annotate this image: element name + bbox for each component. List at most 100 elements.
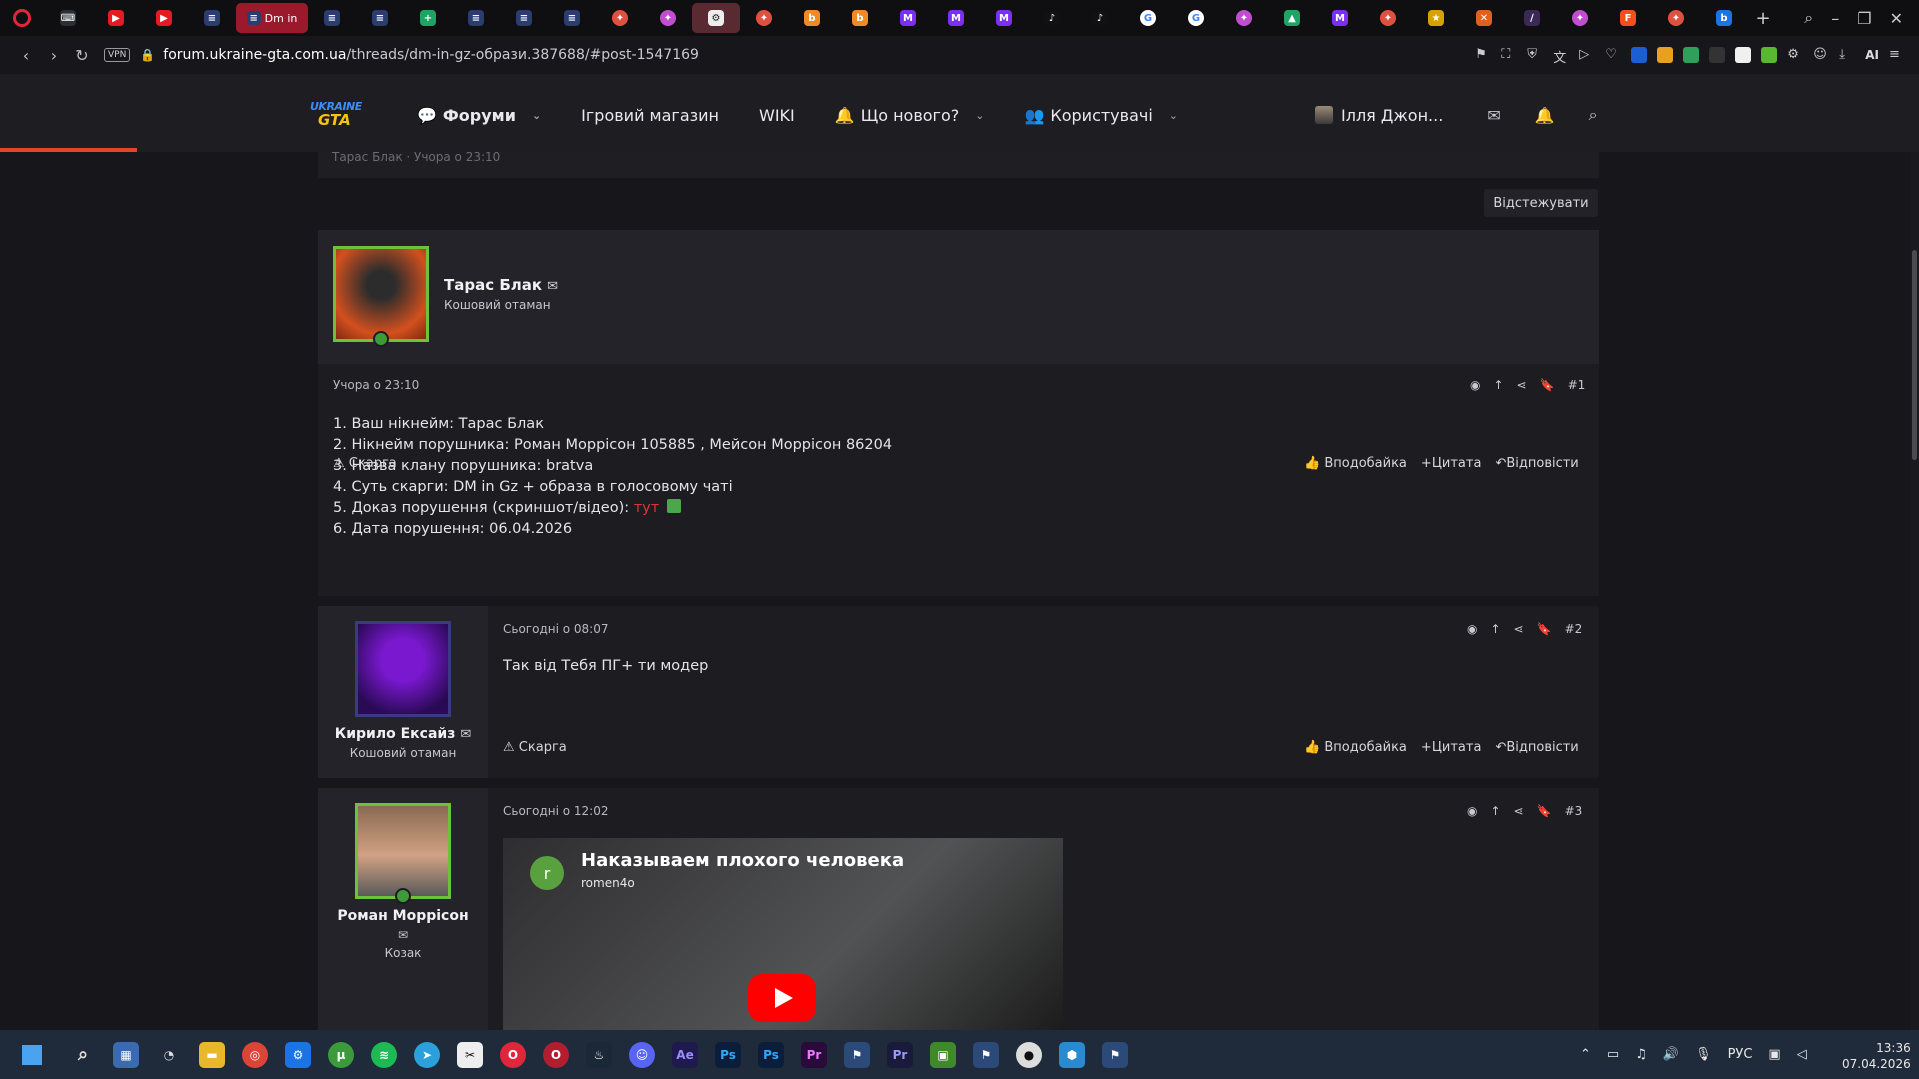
translator-ext-icon[interactable] — [1631, 47, 1648, 63]
share-icon[interactable]: ⋖ — [1514, 622, 1524, 636]
tab-tiktok-1[interactable]: ♪ — [1028, 3, 1076, 33]
tab-youtube-1[interactable]: ▶ — [92, 3, 140, 33]
account-avatar[interactable] — [1315, 106, 1333, 124]
post-author[interactable]: Кирило Ексайз ✉ — [318, 726, 488, 742]
download-ext-icon[interactable] — [1761, 47, 1778, 63]
profile-icon[interactable]: ☺ — [1813, 47, 1829, 63]
discord-icon[interactable]: ☺ — [629, 1041, 655, 1068]
chevron-down-icon[interactable]: ⌄ — [532, 109, 541, 122]
forward-icon[interactable]: › — [40, 46, 68, 65]
nav-whats-new[interactable]: 🔔 Що нового? ⌄ — [835, 106, 985, 125]
chat-ext-icon[interactable] — [1683, 47, 1700, 63]
tab-blogger-2[interactable]: b — [836, 3, 884, 33]
avatar[interactable] — [355, 803, 451, 899]
app-icon[interactable]: ⚙ — [285, 1041, 311, 1068]
chevron-down-icon[interactable]: ⌄ — [1169, 109, 1178, 122]
reaction-icon[interactable]: ◉ — [1470, 378, 1480, 392]
tab-forum-2[interactable]: ≡ — [308, 3, 356, 33]
envelope-icon[interactable]: ✉ — [318, 928, 488, 942]
quote-button[interactable]: +Цитата — [1421, 456, 1482, 471]
tab-m-2[interactable]: M — [932, 3, 980, 33]
chrome-icon[interactable]: ◎ — [242, 1041, 268, 1068]
post-date[interactable]: Сьогодні о 12:02 — [503, 804, 608, 818]
tab-forum-3[interactable]: ≡ — [356, 3, 404, 33]
app-icon[interactable]: ● — [1016, 1041, 1042, 1068]
like-button[interactable]: 👍 Вподобайка — [1304, 456, 1407, 471]
taskbar-clock[interactable]: 13:36 07.04.2026 — [1842, 1040, 1911, 1072]
like-button[interactable]: 👍 Вподобайка — [1304, 740, 1407, 755]
reply-button[interactable]: ↶Відповісти — [1495, 740, 1578, 755]
quote-button[interactable]: +Цитата — [1421, 740, 1482, 755]
opera-icon[interactable]: O — [500, 1041, 526, 1068]
tab-forum-5[interactable]: ≡ — [500, 3, 548, 33]
tab-youtube-2[interactable]: ▶ — [140, 3, 188, 33]
video-channel[interactable]: romen4o — [581, 876, 635, 890]
opera-menu-button[interactable] — [0, 0, 44, 36]
tab-game-4[interactable]: ✦ — [1220, 3, 1268, 33]
premiere-2-icon[interactable]: Pr — [887, 1041, 913, 1068]
post-author-name[interactable]: Роман Моррісон — [318, 908, 488, 924]
tiktok-ext-icon[interactable] — [1709, 47, 1726, 63]
minimize-icon[interactable]: – — [1831, 9, 1839, 28]
proof-link[interactable]: тут — [634, 500, 659, 516]
play-button-icon[interactable] — [748, 974, 816, 1022]
tab-google-2[interactable]: G — [1172, 3, 1220, 33]
tab-game-1[interactable]: ✦ — [596, 3, 644, 33]
app-icon[interactable]: ⚑ — [1102, 1041, 1128, 1068]
tab-figma[interactable]: F — [1604, 3, 1652, 33]
search-icon[interactable]: ⌕ — [1589, 105, 1598, 125]
tab-m-3[interactable]: M — [980, 3, 1028, 33]
tab-forum-6[interactable]: ≡ — [548, 3, 596, 33]
ai-button[interactable]: AI — [1865, 48, 1879, 62]
nav-wiki[interactable]: WIKI — [759, 106, 795, 125]
envelope-icon[interactable]: ✉ — [460, 727, 471, 742]
reaction-icon[interactable]: ◉ — [1467, 804, 1477, 818]
tab-forum-4[interactable]: ≡ — [452, 3, 500, 33]
speedometer-icon[interactable]: ◔ — [156, 1042, 182, 1068]
lock-icon[interactable]: 🔒 — [140, 48, 155, 62]
arrow-up-icon[interactable]: ↑ — [1493, 378, 1503, 392]
tab-game-2[interactable]: ✦ — [644, 3, 692, 33]
menu-icon[interactable]: ≡ — [1889, 47, 1905, 63]
share-icon[interactable]: ⋖ — [1517, 378, 1527, 392]
nav-users[interactable]: 👥 Користувачі ⌄ — [1024, 106, 1178, 125]
note-ext-icon[interactable] — [1735, 47, 1752, 63]
tab-dark[interactable]: ∕ — [1508, 3, 1556, 33]
search-tabs-icon[interactable]: ⌕ — [1804, 8, 1813, 28]
bookmark-icon[interactable]: 🔖 — [1537, 622, 1552, 636]
tab-m-4[interactable]: M — [1316, 3, 1364, 33]
display-icon[interactable]: ▭ — [1607, 1047, 1619, 1062]
tab-x-orange[interactable]: ✕ — [1460, 3, 1508, 33]
post-date[interactable]: Учора о 23:10 — [333, 378, 419, 392]
steam-icon[interactable]: ♨ — [586, 1041, 612, 1068]
tab-drive[interactable]: ▲ — [1268, 3, 1316, 33]
report-button[interactable]: ⚠ Скарга — [333, 456, 397, 471]
post-author[interactable]: Тарас Блак ✉ — [444, 276, 558, 294]
after-effects-icon[interactable]: Ae — [672, 1041, 698, 1068]
new-tab-button[interactable]: + — [1748, 3, 1778, 33]
post-number[interactable]: #3 — [1565, 804, 1583, 818]
channel-avatar[interactable]: r — [530, 856, 564, 890]
reply-button[interactable]: ↶Відповісти — [1495, 456, 1578, 471]
tab-tiktok-2[interactable]: ♪ — [1076, 3, 1124, 33]
tab-active-thread[interactable]: ≡ Dm in — [236, 3, 308, 33]
snapshot-icon[interactable]: ⛶ — [1501, 47, 1517, 63]
site-logo[interactable]: UKRAINE GTA — [310, 100, 370, 132]
avatar[interactable] — [355, 621, 451, 717]
tab-game-7[interactable]: ✦ — [1652, 3, 1700, 33]
capcut-icon[interactable]: ✂ — [457, 1041, 483, 1068]
arrow-up-icon[interactable]: ↑ — [1490, 622, 1500, 636]
start-button[interactable] — [12, 1030, 52, 1079]
bell-icon[interactable]: 🔔 — [1535, 106, 1555, 125]
video-title[interactable]: Наказываем плохого человека — [581, 850, 904, 871]
reload-icon[interactable]: ↻ — [68, 46, 96, 65]
translate-icon[interactable]: 文 — [1553, 47, 1569, 66]
tab-blue[interactable]: b — [1700, 3, 1748, 33]
app-icon[interactable]: ⚑ — [973, 1041, 999, 1068]
nav-forums[interactable]: 💬 Форуми ⌄ — [417, 106, 541, 125]
minecraft-icon[interactable]: ▣ — [930, 1041, 956, 1068]
envelope-icon[interactable]: ✉ — [547, 279, 558, 294]
tab-star[interactable]: ★ — [1412, 3, 1460, 33]
tab-sheets[interactable]: + — [404, 3, 452, 33]
telegram-icon[interactable]: ➤ — [414, 1041, 440, 1068]
